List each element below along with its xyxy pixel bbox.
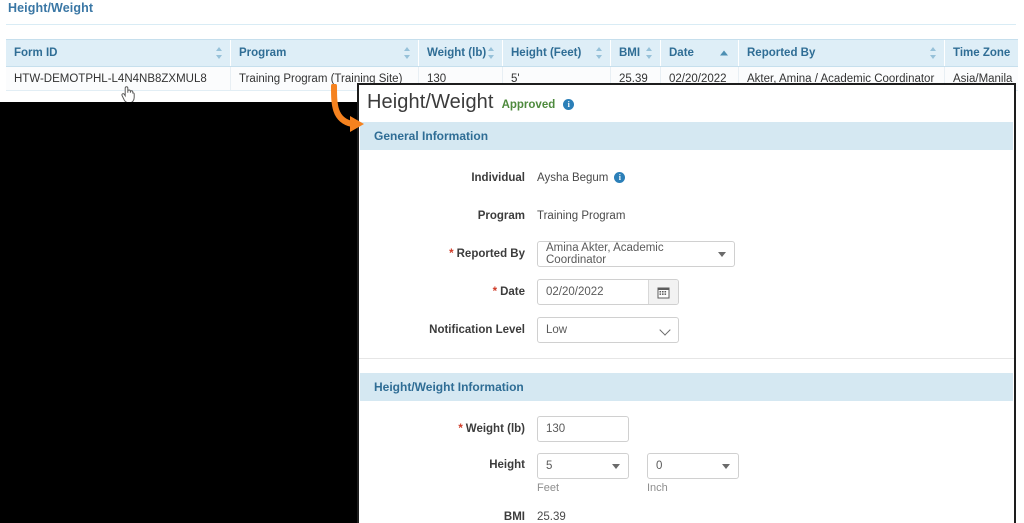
masked-region bbox=[0, 102, 358, 523]
page-title: Height/Weight bbox=[8, 1, 94, 15]
cell-form-id[interactable]: HTW-DEMOTPHL-L4N4NB8ZXMUL8 bbox=[6, 67, 231, 90]
grid-column-header-weight[interactable]: Weight (lb) bbox=[419, 40, 503, 66]
screen-root: Height/Weight Form ID Program Weight (lb… bbox=[0, 0, 1024, 523]
grid-column-label: Date bbox=[669, 47, 694, 59]
height-inch-dropdown[interactable]: 0 bbox=[647, 453, 739, 479]
field-row-weight: * Weight (lb) 130 bbox=[359, 415, 1014, 443]
status-badge: Approved bbox=[501, 99, 556, 111]
field-row-bmi: BMI 25.39 bbox=[359, 508, 1014, 523]
sort-toggle-icon[interactable] bbox=[404, 47, 411, 59]
label-notification-level: Notification Level bbox=[429, 324, 525, 336]
chevron-down-icon bbox=[718, 252, 726, 257]
grid-column-header-height[interactable]: Height (Feet) bbox=[503, 40, 611, 66]
grid-column-header-form-id[interactable]: Form ID bbox=[6, 40, 231, 66]
grid-column-header-date[interactable]: Date bbox=[661, 40, 739, 66]
grid-header-row: Form ID Program Weight (lb) Height (Feet… bbox=[6, 39, 1018, 67]
grid-column-header-reported-by[interactable]: Reported By bbox=[739, 40, 945, 66]
grid-column-label: Form ID bbox=[14, 47, 58, 59]
label-reported-by: * Reported By bbox=[359, 248, 537, 260]
date-input[interactable]: 02/20/2022 bbox=[538, 280, 648, 304]
grid-column-label: Height (Feet) bbox=[511, 47, 582, 59]
reported-by-selected-value: Amina Akter, Academic Coordinator bbox=[546, 242, 664, 266]
section-header-general-information: General Information bbox=[360, 122, 1013, 150]
required-asterisk: * bbox=[492, 286, 498, 298]
info-icon[interactable]: i bbox=[614, 171, 626, 183]
grid-column-label: Reported By bbox=[747, 47, 816, 59]
label-weight: * Weight (lb) bbox=[359, 423, 537, 435]
required-asterisk: * bbox=[458, 423, 463, 435]
field-row-height: Height 5 Feet 0 Inch bbox=[359, 453, 1014, 494]
section-header-height-weight-information: Height/Weight Information bbox=[360, 373, 1013, 401]
label-individual: Individual bbox=[471, 172, 525, 184]
field-row-notification-level: Notification Level Low bbox=[359, 316, 1014, 344]
label-text: Date bbox=[500, 286, 525, 298]
grid-column-header-bmi[interactable]: BMI bbox=[611, 40, 661, 66]
height-feet-dropdown[interactable]: 5 bbox=[537, 453, 629, 479]
chevron-down-icon bbox=[659, 324, 671, 336]
notification-level-selected-value: Low bbox=[546, 324, 568, 336]
field-row-program: Program Training Program bbox=[359, 202, 1014, 230]
grid-column-label: Weight (lb) bbox=[427, 47, 487, 59]
height-feet-caption: Feet bbox=[537, 482, 560, 494]
sort-toggle-icon[interactable] bbox=[488, 47, 495, 59]
height-feet-value: 5 bbox=[546, 460, 553, 472]
detail-title: Height/Weight bbox=[367, 91, 494, 113]
value-program: Training Program bbox=[537, 210, 626, 222]
value-individual-wrap: Aysha Begum i bbox=[537, 171, 626, 184]
reported-by-dropdown[interactable]: Amina Akter, Academic Coordinator bbox=[537, 241, 735, 267]
label-text: Reported By bbox=[456, 248, 525, 260]
height-feet-group: 5 Feet bbox=[537, 453, 629, 494]
grid-column-label: Program bbox=[239, 47, 287, 59]
label-program: Program bbox=[477, 210, 525, 222]
detail-header: Height/Weight Approved i bbox=[359, 85, 1014, 122]
field-row-date: * Date 02/20/2022 bbox=[359, 278, 1014, 306]
label-text: Weight (lb) bbox=[465, 423, 525, 435]
sort-toggle-icon[interactable] bbox=[596, 47, 603, 59]
chevron-down-icon bbox=[612, 464, 620, 469]
calendar-icon[interactable] bbox=[648, 280, 678, 304]
height-weight-detail-panel: Height/Weight Approved i General Informa… bbox=[357, 83, 1016, 523]
label-bmi: BMI bbox=[503, 511, 525, 523]
grid-column-label: Time Zone bbox=[953, 47, 1011, 59]
value-bmi: 25.39 bbox=[537, 511, 566, 523]
value-individual: Aysha Begum bbox=[537, 172, 609, 184]
grid-column-header-time-zone[interactable]: Time Zone bbox=[945, 40, 1018, 66]
title-divider bbox=[6, 24, 1016, 25]
height-inch-group: 0 Inch bbox=[647, 453, 739, 494]
sort-toggle-icon[interactable] bbox=[216, 47, 223, 59]
notification-level-select[interactable]: Low bbox=[537, 317, 679, 343]
field-row-reported-by: * Reported By Amina Akter, Academic Coord… bbox=[359, 240, 1014, 268]
grid-column-label: BMI bbox=[619, 47, 641, 59]
general-information-body: Individual Aysha Begum i Program Trainin… bbox=[359, 150, 1014, 359]
info-icon[interactable]: i bbox=[563, 99, 575, 110]
required-asterisk: * bbox=[449, 248, 454, 260]
height-inch-value: 0 bbox=[656, 460, 663, 472]
height-weight-information-body: * Weight (lb) 130 Height 5 Feet 0 Inch B… bbox=[359, 401, 1014, 523]
sort-toggle-icon[interactable] bbox=[930, 47, 937, 59]
weight-input[interactable]: 130 bbox=[537, 416, 629, 442]
field-row-individual: Individual Aysha Begum i bbox=[359, 164, 1014, 192]
height-inch-caption: Inch bbox=[647, 482, 668, 494]
chevron-down-icon bbox=[722, 464, 730, 469]
grid-column-header-program[interactable]: Program bbox=[231, 40, 419, 66]
sort-ascending-icon[interactable] bbox=[720, 50, 728, 56]
sort-toggle-icon[interactable] bbox=[646, 47, 653, 59]
label-date: * Date bbox=[359, 286, 537, 298]
label-height: Height bbox=[489, 459, 525, 471]
date-field[interactable]: 02/20/2022 bbox=[537, 279, 679, 305]
